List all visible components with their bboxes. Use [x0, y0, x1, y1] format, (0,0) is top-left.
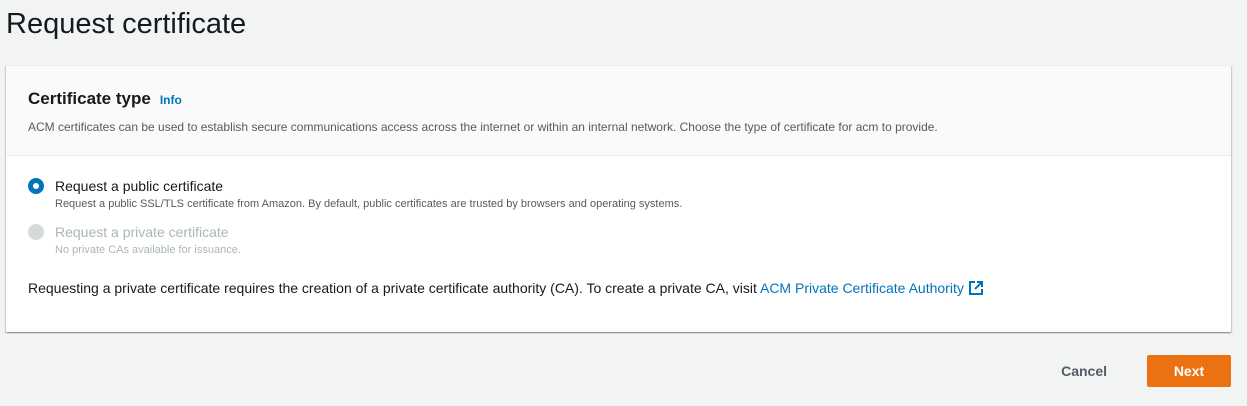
radio-public-description: Request a public SSL/TLS certificate fro… — [55, 198, 683, 210]
acm-private-ca-link-label: ACM Private Certificate Authority — [759, 280, 964, 296]
private-ca-note-text: Requesting a private certificate require… — [28, 280, 760, 296]
panel-body: Request a public certificate Request a p… — [6, 156, 1231, 301]
radio-private-certificate: Request a private certificate No private… — [28, 222, 1231, 258]
radio-selected-icon[interactable] — [28, 178, 44, 194]
footer-actions: Cancel Next — [1041, 355, 1231, 387]
acm-private-ca-link[interactable]: ACM Private Certificate Authority — [760, 280, 984, 296]
radio-public-certificate[interactable]: Request a public certificate Request a p… — [28, 176, 1231, 212]
panel-description: ACM certificates can be used to establis… — [28, 120, 938, 134]
panel-title-row: Certificate type Info — [28, 88, 1231, 110]
next-button[interactable]: Next — [1147, 355, 1231, 387]
panel-header: Certificate type Info ACM certificates c… — [6, 66, 1231, 156]
external-link-icon — [968, 280, 984, 301]
radio-private-description: No private CAs available for issuance. — [55, 244, 241, 256]
panel-title: Certificate type — [28, 89, 151, 108]
cancel-button[interactable]: Cancel — [1041, 357, 1127, 385]
private-ca-note: Requesting a private certificate require… — [28, 278, 1231, 301]
radio-disabled-icon — [28, 224, 44, 240]
page-title: Request certificate — [6, 8, 247, 40]
certificate-type-panel: Certificate type Info ACM certificates c… — [6, 65, 1231, 332]
info-link[interactable]: Info — [160, 93, 182, 107]
radio-private-label: Request a private certificate — [55, 224, 229, 240]
radio-public-label: Request a public certificate — [55, 178, 224, 194]
